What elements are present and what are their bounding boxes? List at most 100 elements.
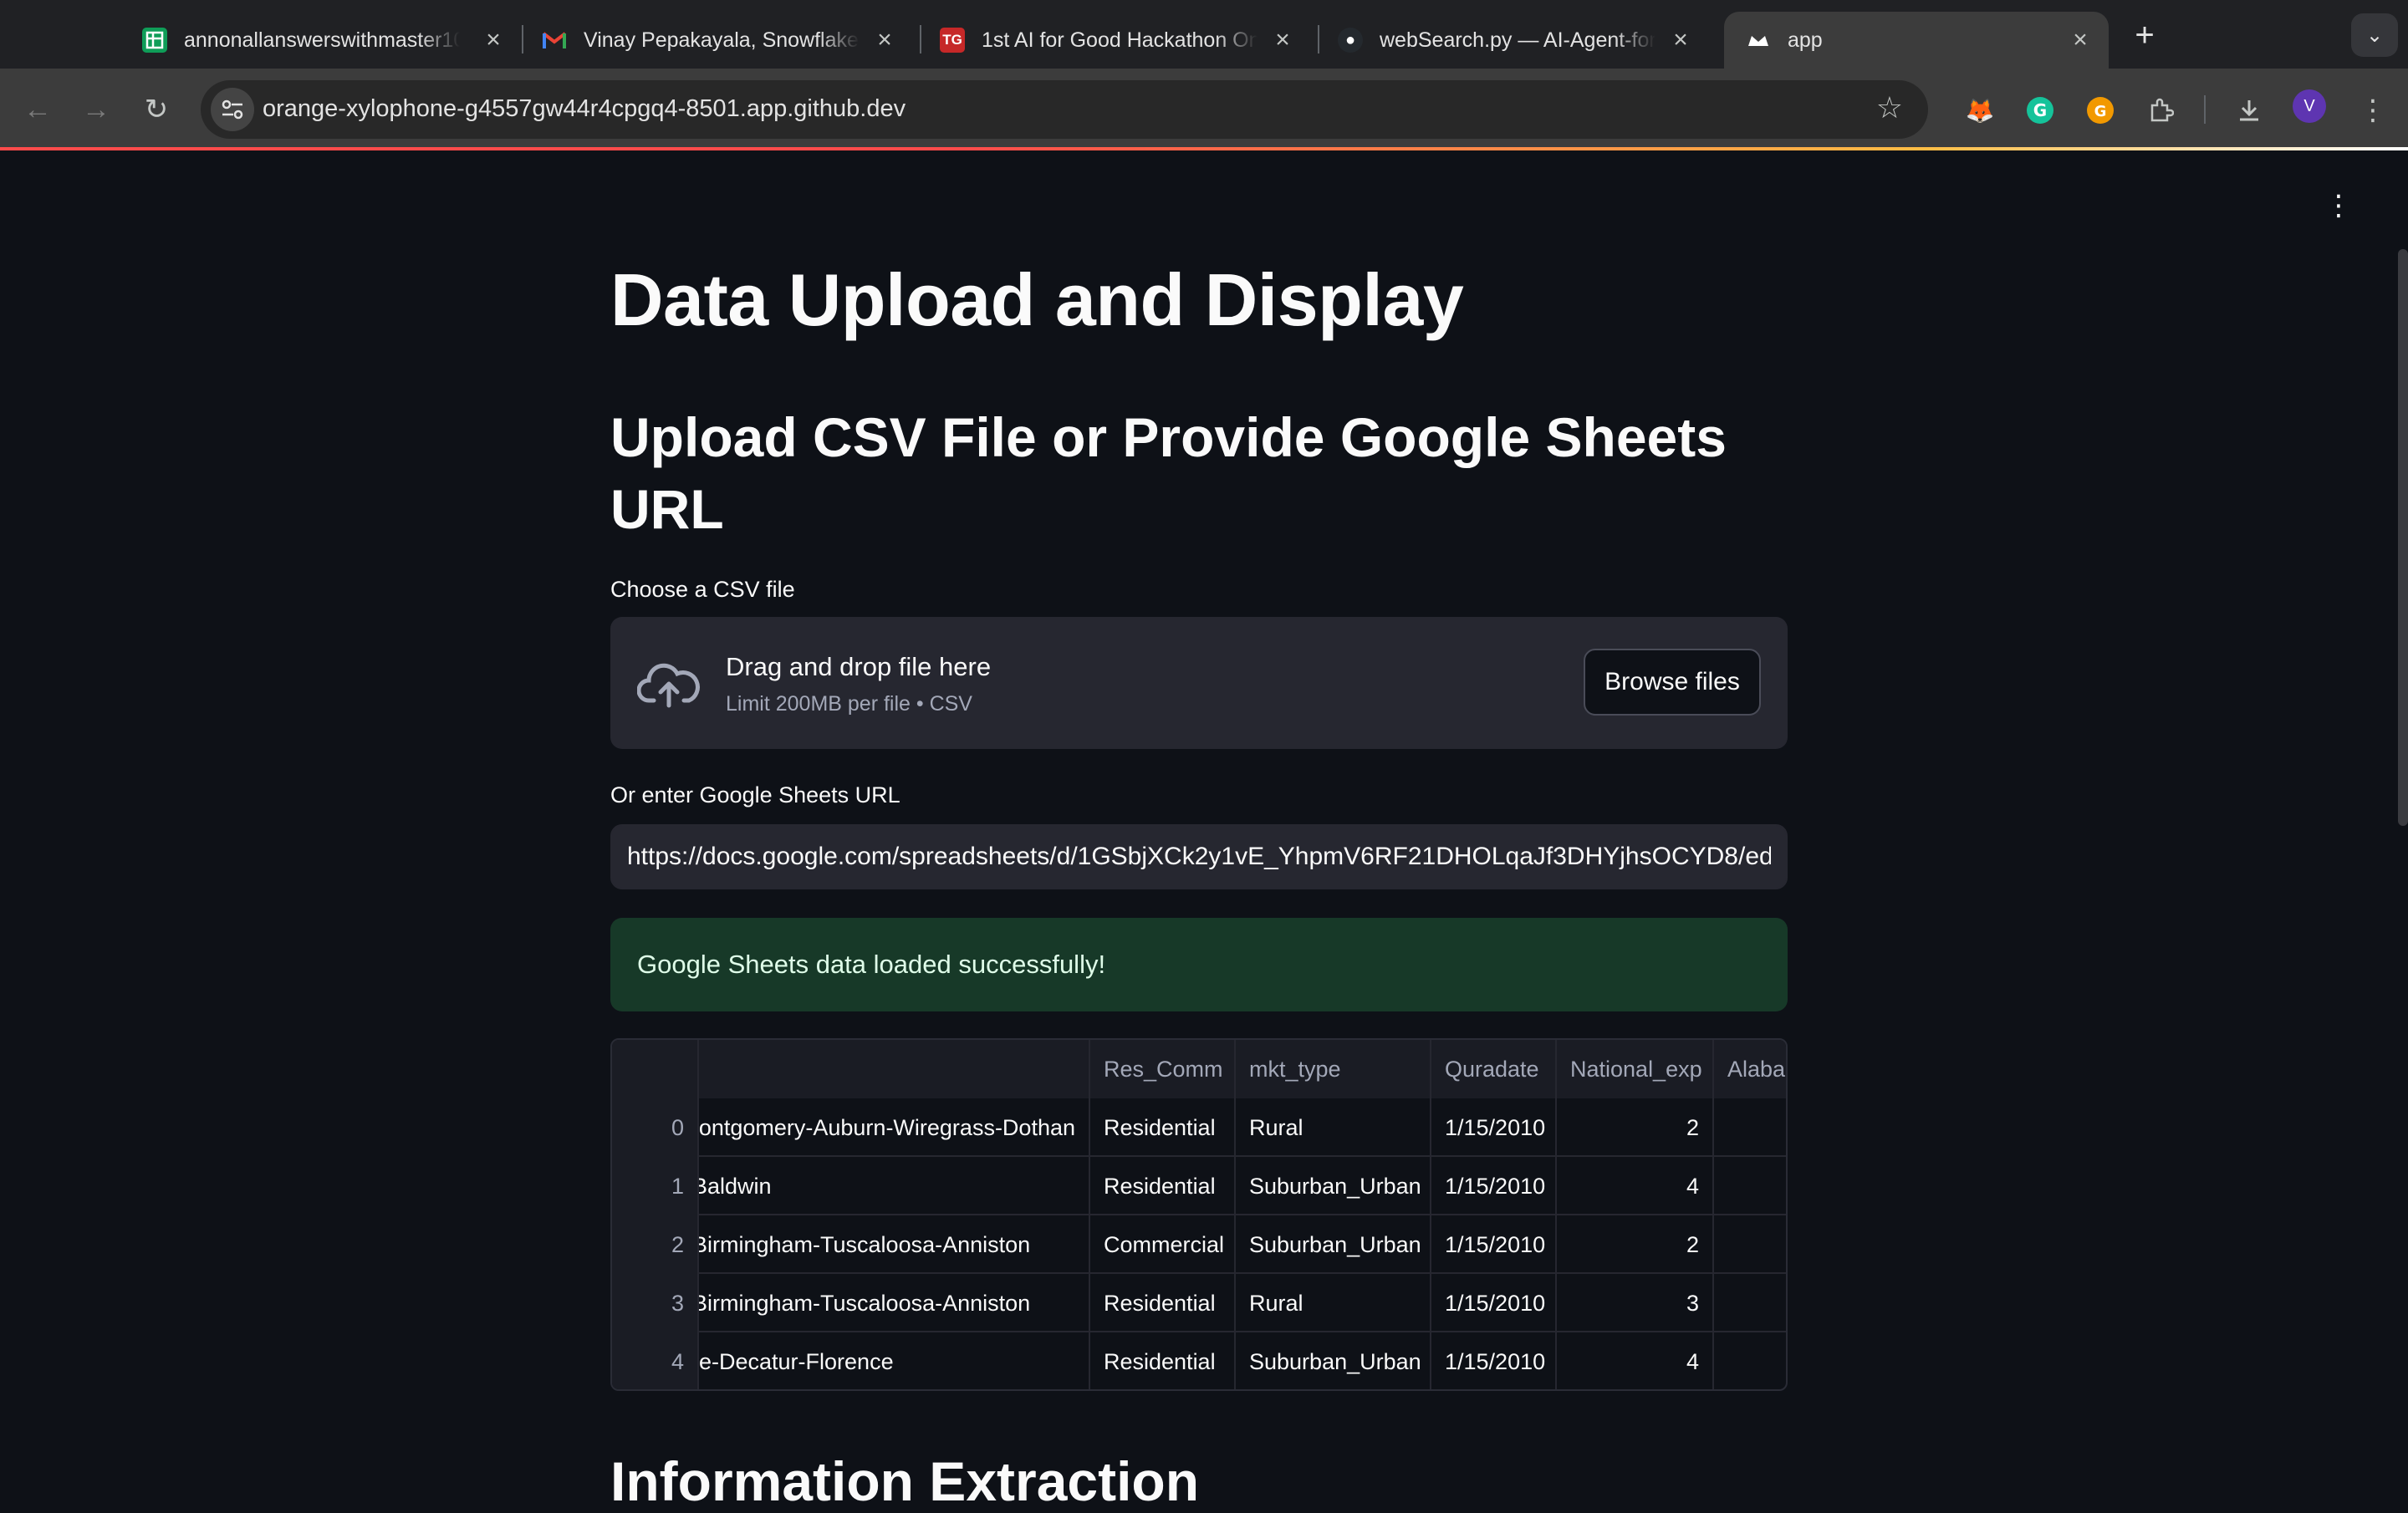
table-cell[interactable]: Suburban_Urban [1236, 1215, 1431, 1274]
column-header[interactable]: Quradate [1431, 1040, 1557, 1098]
browser-tab-strip: annonallanswerswithmaster10 × Vinay Pepa… [0, 0, 2408, 69]
row-index: 1 [612, 1157, 699, 1215]
table-cell-text: Baldwin [699, 1173, 772, 1199]
file-uploader-label: Choose a CSV file [610, 577, 795, 602]
index-header [612, 1040, 699, 1098]
table-row[interactable]: 0 Montgomery-Auburn-Wiregrass-Dothan Res… [612, 1098, 1786, 1157]
tab-divider [920, 25, 921, 53]
dropzone-instructions: Drag and drop file here [726, 652, 992, 681]
success-alert-text: Google Sheets data loaded successfully! [637, 950, 1106, 979]
table-cell[interactable]: 1/15/2010 [1431, 1332, 1557, 1389]
column-header[interactable]: National_exp [1557, 1040, 1714, 1098]
grammarly-icon[interactable]: G [2022, 92, 2059, 129]
table-cell[interactable]: Residential [1090, 1274, 1236, 1332]
tab-title: Vinay Pepakayala, Snowflake [584, 28, 859, 52]
site-info-icon[interactable] [211, 88, 254, 131]
table-cell[interactable]: 1/15/2010 [1431, 1274, 1557, 1332]
close-tab-icon[interactable]: × [868, 23, 901, 57]
table-row[interactable]: 1 Baldwin Residential Suburban_Urban 1/1… [612, 1157, 1786, 1215]
table-cell[interactable] [1714, 1274, 1786, 1332]
tab-hackathon[interactable]: TG 1st AI for Good Hackathon On × [940, 12, 1299, 69]
tab-divider [1318, 25, 1319, 53]
tab-sheets[interactable]: annonallanswerswithmaster10 × [142, 12, 510, 69]
forward-icon[interactable]: → [75, 89, 117, 130]
table-row[interactable]: 3 Birmingham-Tuscaloosa-Anniston Residen… [612, 1274, 1786, 1332]
close-tab-icon[interactable]: × [1266, 23, 1299, 57]
chevron-down-icon[interactable]: ⌄ [2351, 13, 2398, 57]
dataframe-table[interactable]: Res_Comm mkt_type Quradate National_exp … [610, 1038, 1788, 1391]
tab-gmail[interactable]: Vinay Pepakayala, Snowflake × [542, 12, 901, 69]
metamask-icon[interactable]: 🦊 [1962, 92, 1998, 129]
table-cell[interactable]: Suburban_Urban [1236, 1157, 1431, 1215]
extension-orange-icon[interactable]: G [2082, 92, 2119, 129]
tab-title: annonallanswerswithmaster10 [184, 28, 460, 52]
table-cell[interactable]: Montgomery-Auburn-Wiregrass-Dothan [699, 1098, 1090, 1157]
table-cell[interactable]: 3 [1557, 1274, 1714, 1332]
table-cell[interactable]: e-Decatur-Florence [699, 1332, 1090, 1389]
profile-avatar[interactable]: V [2293, 89, 2326, 123]
table-cell[interactable]: Baldwin [699, 1157, 1090, 1215]
extensions-puzzle-icon[interactable] [2142, 92, 2179, 129]
hackathon-icon: TG [940, 28, 965, 53]
table-cell[interactable]: 1/15/2010 [1431, 1098, 1557, 1157]
toolbar-divider [2204, 95, 2206, 124]
tab-divider [522, 25, 523, 53]
sheets-url-input[interactable] [610, 824, 1788, 889]
column-header[interactable]: Alabar [1714, 1040, 1786, 1098]
streamlit-icon [1746, 28, 1771, 53]
page-scrollbar[interactable] [2398, 249, 2408, 826]
success-alert: Google Sheets data loaded successfully! [610, 918, 1788, 1011]
table-cell[interactable]: Birmingham-Tuscaloosa-Anniston [699, 1215, 1090, 1274]
column-header[interactable] [699, 1040, 1090, 1098]
table-cell[interactable]: Residential [1090, 1332, 1236, 1389]
table-cell-text: Birmingham-Tuscaloosa-Anniston [699, 1290, 1031, 1316]
back-icon[interactable]: ← [17, 89, 59, 130]
app-main-menu-icon[interactable]: ⋮ [2324, 189, 2353, 222]
address-bar[interactable]: orange-xylophone-g4557gw44r4cpgq4-8501.a… [201, 80, 1928, 139]
table-cell[interactable] [1714, 1332, 1786, 1389]
close-tab-icon[interactable]: × [1664, 23, 1697, 57]
close-tab-icon[interactable]: × [2064, 23, 2097, 57]
section-heading-upload: Upload CSV File or Provide Google Sheets… [610, 406, 1727, 540]
table-cell[interactable]: Suburban_Urban [1236, 1332, 1431, 1389]
sheets-icon [142, 28, 167, 53]
table-cell[interactable]: Rural [1236, 1098, 1431, 1157]
table-cell[interactable]: 1/15/2010 [1431, 1215, 1557, 1274]
row-index: 0 [612, 1098, 699, 1157]
table-row[interactable]: 4 e-Decatur-Florence Residential Suburba… [612, 1332, 1786, 1389]
row-index: 3 [612, 1274, 699, 1332]
reload-icon[interactable]: ↻ [135, 89, 177, 130]
gmail-icon [542, 28, 567, 53]
table-row[interactable]: 2 Birmingham-Tuscaloosa-Anniston Commerc… [612, 1215, 1786, 1274]
browse-files-button[interactable]: Browse files [1584, 649, 1761, 716]
table-cell[interactable]: Commercial [1090, 1215, 1236, 1274]
table-cell[interactable]: 1/15/2010 [1431, 1157, 1557, 1215]
section-heading-information-extraction: Information Extraction [610, 1450, 1200, 1512]
table-cell[interactable]: Rural [1236, 1274, 1431, 1332]
download-icon[interactable] [2231, 92, 2268, 129]
table-cell[interactable]: 4 [1557, 1332, 1714, 1389]
table-cell[interactable]: Residential [1090, 1157, 1236, 1215]
table-cell[interactable] [1714, 1157, 1786, 1215]
file-dropzone[interactable]: Drag and drop file here Limit 200MB per … [610, 617, 1788, 749]
browser-menu-icon[interactable]: ⋮ [2354, 92, 2391, 129]
tab-app-active[interactable]: app × [1724, 12, 2109, 69]
table-cell[interactable]: 2 [1557, 1215, 1714, 1274]
close-tab-icon[interactable]: × [477, 23, 510, 57]
table-cell-text: e-Decatur-Florence [699, 1348, 894, 1374]
table-cell[interactable] [1714, 1215, 1786, 1274]
table-cell[interactable]: Residential [1090, 1098, 1236, 1157]
new-tab-icon[interactable]: + [2124, 17, 2166, 53]
table-cell[interactable]: 2 [1557, 1098, 1714, 1157]
table-cell[interactable]: 4 [1557, 1157, 1714, 1215]
row-index: 4 [612, 1332, 699, 1389]
table-header-row: Res_Comm mkt_type Quradate National_exp … [612, 1040, 1786, 1098]
column-header[interactable]: Res_Comm [1090, 1040, 1236, 1098]
tab-github[interactable]: ● webSearch.py — AI-Agent-for × [1338, 12, 1697, 69]
browser-toolbar: ← → ↻ orange-xylophone-g4557gw44r4cpgq4-… [0, 69, 2408, 149]
page-title: Data Upload and Display [610, 258, 1464, 341]
column-header[interactable]: mkt_type [1236, 1040, 1431, 1098]
table-cell[interactable]: Birmingham-Tuscaloosa-Anniston [699, 1274, 1090, 1332]
bookmark-star-icon[interactable]: ☆ [1876, 90, 1903, 125]
table-cell[interactable] [1714, 1098, 1786, 1157]
